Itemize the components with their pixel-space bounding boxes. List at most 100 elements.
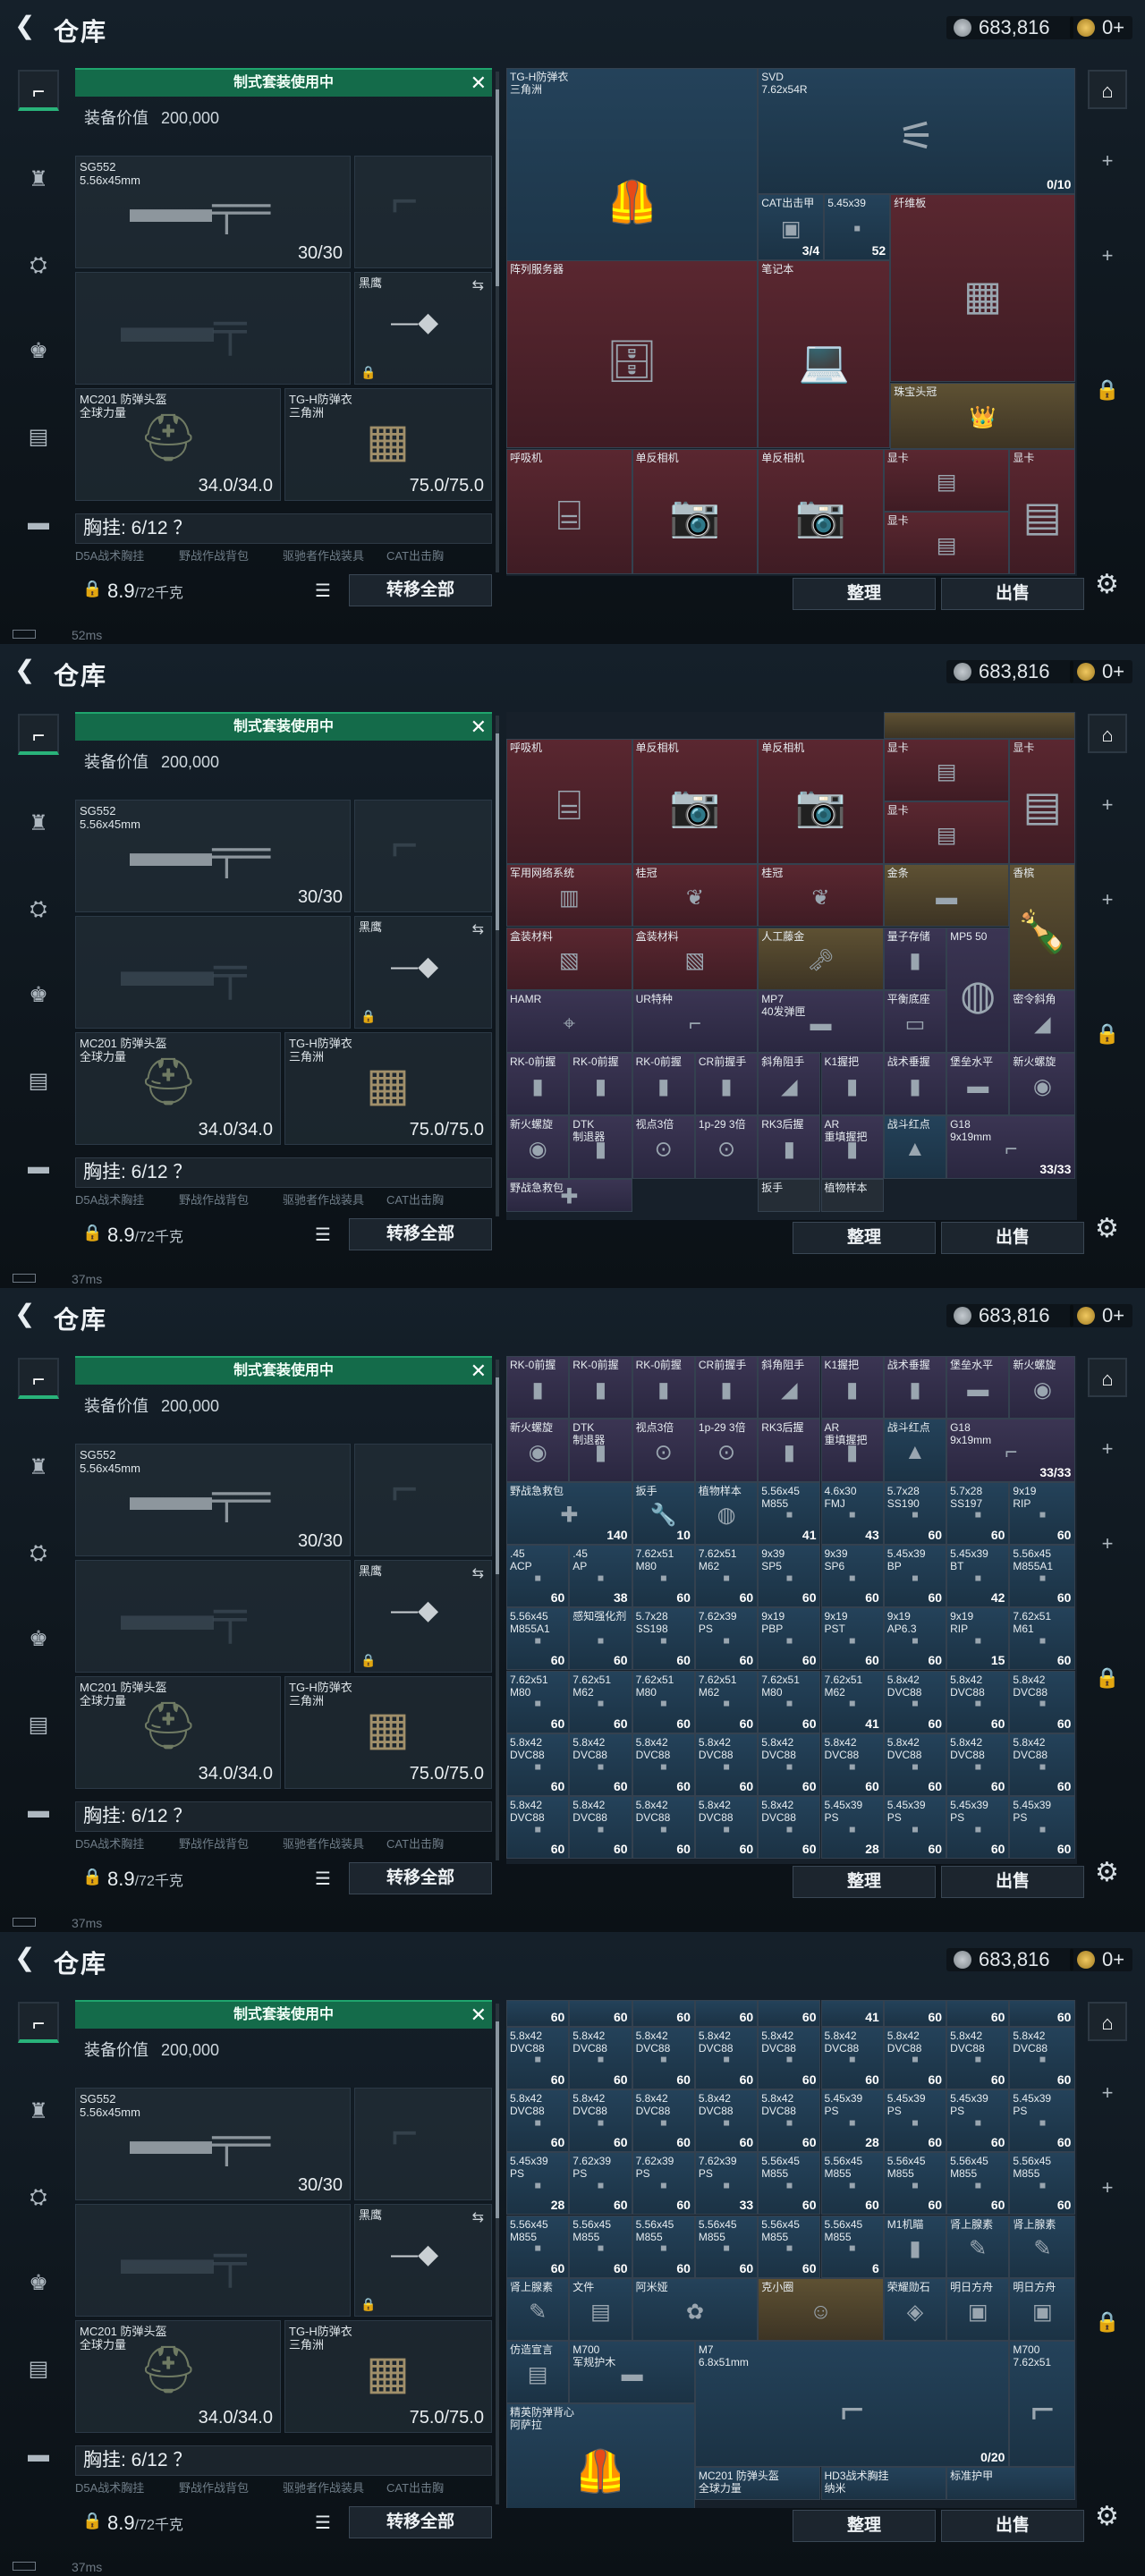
storage-item[interactable]: 桂冠 ❦ [632,864,759,928]
chest-rig-bar[interactable]: 胸挂: 6/12 ？ [75,2445,492,2476]
storage-item[interactable]: 视点3倍 ⊙ [632,1115,695,1179]
storage-item[interactable]: 5.45x39 PS ▪ 60 [883,2089,947,2153]
loadout-scrollbar[interactable] [496,72,499,572]
storage-item[interactable]: 5.8x42 DVC88 ▪ 60 [506,2089,570,2153]
currency-coins[interactable]: 683,816 [946,660,1073,683]
nav-tab-gun-icon[interactable]: ⌐ [18,714,59,755]
close-icon[interactable]: ✕ [471,714,487,741]
storage-item[interactable]: 4.6x30 FMJ ▪ 43 [820,1481,884,1545]
secondary-slot[interactable]: ⌐ [354,2088,492,2200]
storage-item[interactable] [883,712,1076,739]
storage-item[interactable]: 5.8x42 DVC88 ▪ 60 [758,1796,821,1860]
helmet-slot[interactable]: MC201 防弹头盔 全球力量 ⛑ 34.0/34.0 [75,1676,281,1789]
scroll-thumb[interactable] [496,733,499,930]
storage-item[interactable]: 5.56x45 M855 ▪ 60 [883,2152,947,2216]
storage-item[interactable]: 感知强化剂 ▪ 60 [569,1607,632,1671]
storage-item[interactable]: 文件 ▤ [569,2277,632,2342]
storage-item[interactable]: 5.56x45 M855 ▪ 60 [569,2215,632,2278]
storage-item[interactable]: 5.8x42 DVC88 ▪ 60 [694,2089,759,2153]
storage-item[interactable]: 9x19 RIP ▪ 15 [946,1607,1010,1671]
storage-item[interactable]: 单反相机 📷 [758,448,884,575]
storage-item[interactable]: 5.8x42 DVC88 ▪ 60 [694,1796,759,1860]
side-tab-lock-icon[interactable]: 🔒 [1088,2302,1127,2342]
storage-item[interactable]: 单反相机 📷 [632,448,759,575]
storage-item[interactable]: 7.62x51 M62 ▪ 41 [820,1670,884,1733]
storage-item[interactable]: 堡垒水平 ▬ [946,1053,1010,1116]
storage-item[interactable]: RK-0前握 ▮ [506,1053,570,1116]
storage-item[interactable]: 5.8x42 DVC88 ▪ 60 [758,2089,821,2153]
storage-item[interactable]: 5.8x42 DVC88 ▪ 60 [632,1796,695,1860]
storage-item[interactable]: RK-0前握 ▮ [569,1053,632,1116]
storage-item[interactable]: 5.8x42 DVC88 ▪ 60 [694,1733,759,1797]
storage-item[interactable]: 5.45x39 PS ▪ 60 [1009,2089,1076,2153]
armor-slot[interactable]: TG-H防弹衣 三角洲 ▦ 75.0/75.0 [284,1032,492,1145]
storage-item[interactable]: 5.56x45 M855A1 ▪ 60 [1009,1544,1076,1608]
storage-item[interactable]: 人工藤金 🗝 [758,927,884,990]
close-icon[interactable]: ✕ [471,1358,487,1385]
storage-item[interactable]: 5.56x45 M855 ▪ 60 [1009,2152,1076,2216]
storage-item[interactable]: 堡垒水平 ▬ [946,1356,1010,1419]
list-icon[interactable]: ☰ [315,2512,331,2534]
storage-item[interactable]: 5.8x42 DVC88 ▪ 60 [506,1733,570,1797]
storage-item[interactable]: 5.8x42 DVC88 ▪ 60 [883,1670,947,1733]
storage-item[interactable]: AR 重填握把 ▮ [820,1115,884,1179]
scroll-thumb[interactable] [496,1377,499,1574]
storage-item[interactable]: 5.8x42 DVC88 ▪ 60 [883,1733,947,1797]
storage-item[interactable]: 野战急救包 ✚ 140 [506,1481,632,1545]
nav-tab-clipboard-icon[interactable]: ▤ [18,1705,59,1746]
storage-item[interactable]: 阵列服务器 🗄 [506,259,759,449]
nav-tab-backpack-icon[interactable]: ⛭ [18,245,59,286]
nav-tab-backpack-icon[interactable]: ⛭ [18,1533,59,1574]
storage-item[interactable]: 显卡 ▤ [883,448,1010,512]
gear-icon[interactable]: ⚙ [1095,1857,1119,1888]
storage-item[interactable]: 桂冠 ❦ [758,864,884,928]
nav-tab-case-icon[interactable]: ▬ [18,1147,59,1188]
storage-item[interactable]: 5.56x45 M855 ▪ 41 [758,1481,821,1545]
loadout-scrollbar[interactable] [496,1360,499,1860]
secondary-slot[interactable]: ⌐ [354,1444,492,1556]
storage-item[interactable]: 5.8x42 DVC88 ▪ 60 [506,1796,570,1860]
storage-item[interactable]: 显卡 ▤ [1009,738,1076,865]
storage-item[interactable]: 阿米娅 ✿ [632,2277,759,2342]
chest-rig-bar[interactable]: 胸挂: 6/12 ？ [75,513,492,544]
secondary-slot[interactable]: ⌐ [354,156,492,268]
armor-slot[interactable]: TG-H防弹衣 三角洲 ▦ 75.0/75.0 [284,388,492,501]
storage-item[interactable]: 军用网络系统 ▥ [506,864,632,928]
nav-tab-armor-icon[interactable]: ♜ [18,803,59,844]
storage-item[interactable]: 斜角阻手 ◢ [758,1053,821,1116]
storage-item[interactable]: K1握把 ▮ [820,1356,884,1419]
storage-item[interactable]: 7.62x39 PS ▪ 33 [694,2152,759,2216]
sell-button[interactable]: 出售 [941,1222,1084,1254]
storage-item[interactable]: 盒装材料 ▧ [506,927,632,990]
sort-button[interactable]: 整理 [793,1866,936,1898]
side-tab-plus-icon[interactable]: + [1088,785,1127,825]
scroll-thumb[interactable] [496,2021,499,2218]
primary-weapon-slot[interactable]: SG552 5.56x45mm ▬▬╤═ 30/30 [75,2088,351,2200]
storage-item[interactable]: .45 ACP ▪ 60 [506,1544,570,1608]
storage-item[interactable]: 5.45x39 PS ▪ 28 [820,2089,884,2153]
currency-gold[interactable]: 0+ [1070,660,1132,683]
storage-item[interactable]: UR特种 ⌐ [632,989,759,1054]
storage-item[interactable]: 斜角阻手 ◢ [758,1356,821,1419]
storage-item[interactable]: 60 [1009,2000,1076,2027]
side-tab-warehouse-icon[interactable]: ⌂ [1088,1358,1127,1397]
storage-item[interactable]: 5.8x42 DVC88 ▪ 60 [1009,1733,1076,1797]
storage-item[interactable]: 笔记本 💻 [758,259,891,449]
list-icon[interactable]: ☰ [315,1868,331,1890]
storage-item[interactable]: 5.8x42 DVC88 ▪ 60 [569,1796,632,1860]
storage-item[interactable]: 5.45x39 BP ▪ 60 [883,1544,947,1608]
storage-item[interactable]: 显卡 ▤ [883,511,1010,575]
storage-item[interactable]: 60 [694,2000,759,2027]
storage-item[interactable]: 5.8x42 DVC88 ▪ 60 [506,2026,570,2089]
storage-item[interactable]: M1机瞄 ▮ [883,2215,947,2278]
storage-item[interactable]: 精英防弹背心 阿萨拉 🦺 [506,2403,695,2508]
storage-item[interactable]: 5.8x42 DVC88 ▪ 60 [632,1733,695,1797]
storage-item[interactable]: DTK 制退器 ▮ [569,1419,632,1482]
nav-tab-clipboard-icon[interactable]: ▤ [18,1061,59,1102]
storage-item[interactable]: 肾上腺素 ✎ [1009,2215,1076,2278]
storage-item[interactable]: 明日方舟 ▣ [946,2277,1010,2342]
storage-item[interactable]: RK-0前握 ▮ [506,1356,570,1419]
back-arrow-icon[interactable]: ❮ [14,657,35,683]
storage-item[interactable]: HD3战术胸挂 纳米 [820,2466,947,2500]
storage-item[interactable]: M700 7.62x51 ⌐ [1009,2341,1076,2467]
